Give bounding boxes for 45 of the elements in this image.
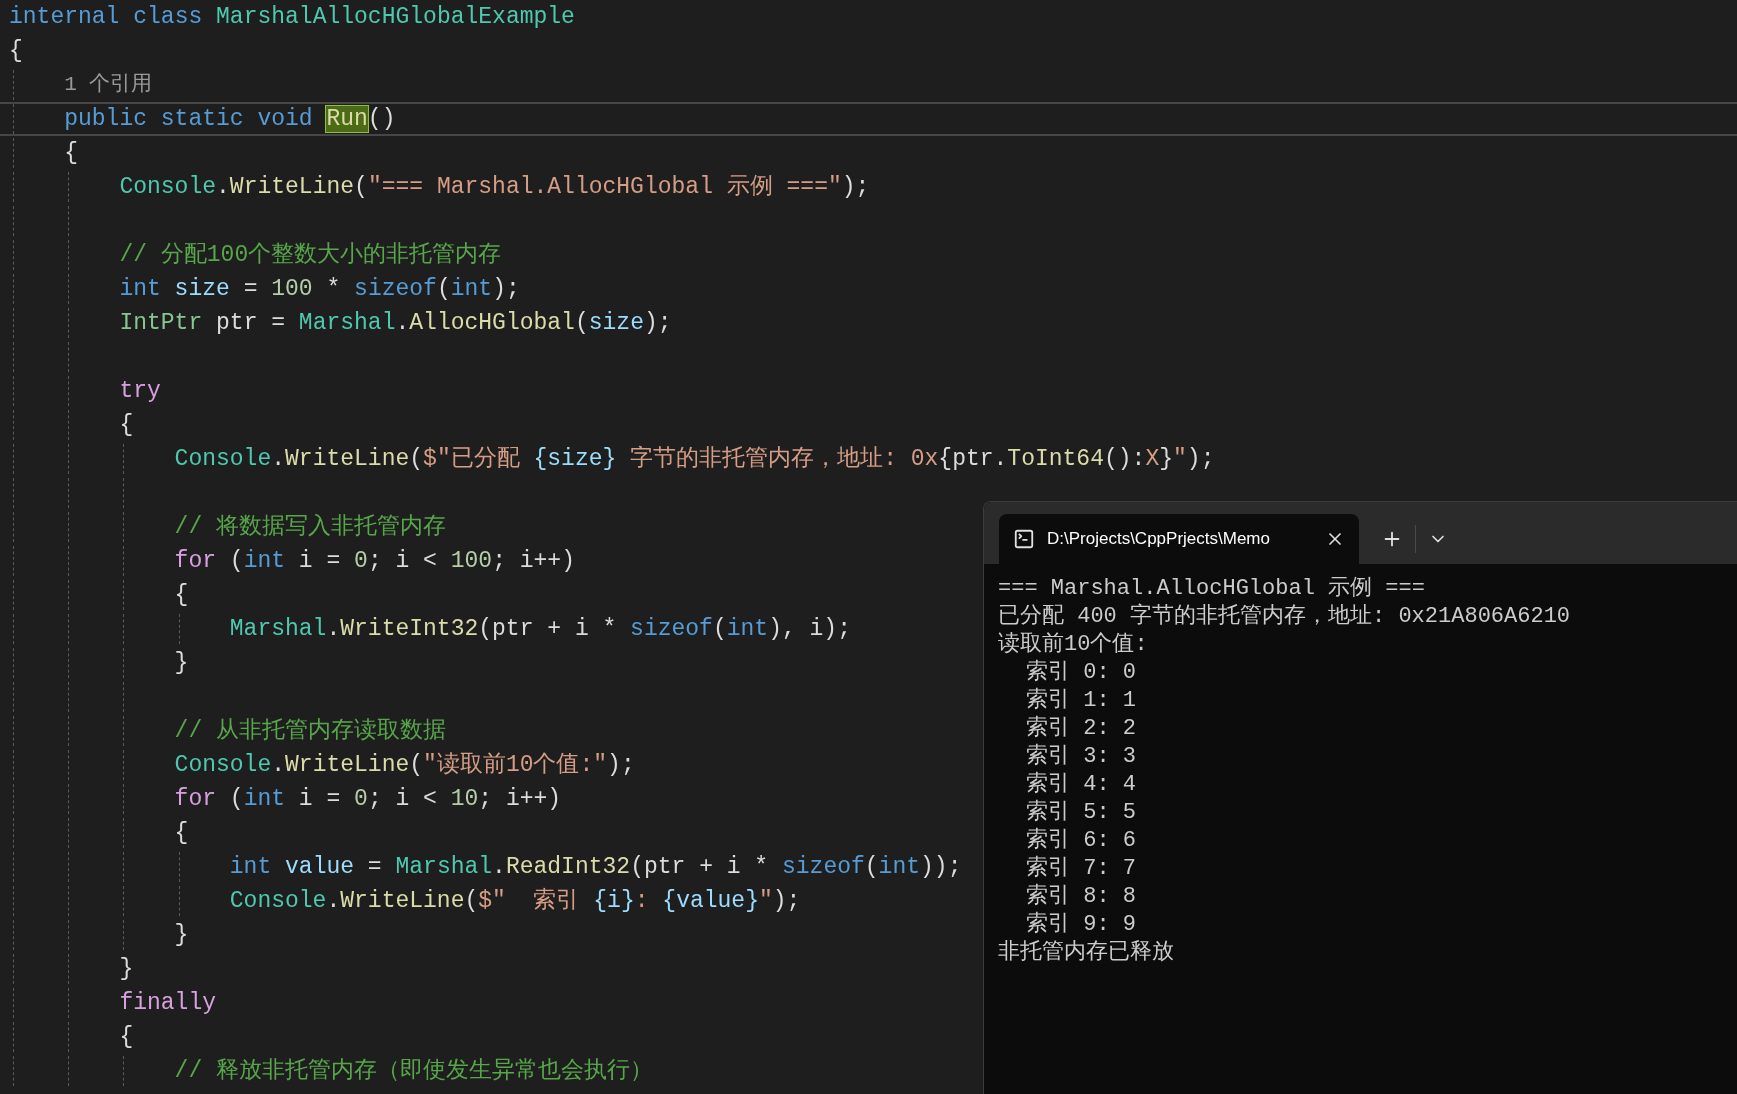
code-line: Console.WriteLine($"已分配 {size} 字节的非托管内存，地址: 0x{ptr.ToInt64():X}"); [174, 444, 1215, 474]
terminal-output-line: 索引 8: 8 [1026, 882, 1136, 911]
code-line: } [174, 648, 189, 678]
terminal-tab[interactable]: D:\Projects\CppPrjects\Memo [999, 514, 1359, 564]
terminal-output-line: === Marshal.AllocHGlobal 示例 === [998, 574, 1425, 603]
code-line: Marshal.WriteInt32(ptr + i * sizeof(int), i); [229, 614, 851, 644]
code-line: for (int i = 0; i < 100; i++) [174, 546, 575, 576]
terminal-output-line: 索引 0: 0 [1026, 658, 1136, 687]
terminal-output-line: 非托管内存已释放 [998, 938, 1174, 967]
code-line: public static void Run() [64, 104, 396, 134]
code-line: // 将数据写入非托管内存 [174, 512, 446, 542]
terminal-output-line: 已分配 400 字节的非托管内存，地址: 0x21A806A6210 [998, 602, 1571, 631]
code-line: Console.WriteLine("=== Marshal.AllocHGlobal 示例 ==="); [119, 172, 870, 202]
terminal-output-line: 索引 7: 7 [1026, 854, 1136, 883]
code-line: // 从非托管内存读取数据 [174, 716, 446, 746]
code-line: // 分配100个整数大小的非托管内存 [119, 240, 502, 270]
code-line: int size = 100 * sizeof(int); [119, 274, 520, 304]
code-line: Console.WriteLine($" 索引 {i}: {value}"); [229, 886, 801, 916]
code-line: { [119, 1022, 134, 1052]
code-line: finally [119, 988, 216, 1018]
code-line: } [119, 954, 134, 984]
tab-title: D:\Projects\CppPrjects\Memo [1047, 528, 1270, 551]
terminal-output-line: 索引 1: 1 [1026, 686, 1136, 715]
code-line: for (int i = 0; i < 10; i++) [174, 784, 562, 814]
terminal-output-line: 索引 5: 5 [1026, 798, 1136, 827]
code-line: { [174, 818, 189, 848]
code-line: try [119, 376, 161, 406]
code-line: int value = Marshal.ReadInt32(ptr + i * sizeof(int)); [229, 852, 962, 882]
terminal-output-line: 索引 9: 9 [1026, 910, 1136, 939]
code-line: // 释放非托管内存（即使发生异常也会执行） [174, 1056, 653, 1086]
terminal-output-line: 索引 2: 2 [1026, 714, 1136, 743]
terminal-output-line: 索引 3: 3 [1026, 742, 1136, 771]
terminal-output-line: 读取前10个值: [998, 630, 1148, 659]
reference-count[interactable]: 1 个引用 [64, 69, 153, 101]
code-line: { [174, 580, 189, 610]
code-line: internal class MarshalAllocHGlobalExample [9, 2, 575, 32]
code-line: { [64, 138, 78, 168]
code-line: { [119, 410, 134, 440]
terminal-output-line: 索引 6: 6 [1026, 826, 1136, 855]
code-line: Console.WriteLine("读取前10个值:"); [174, 750, 635, 780]
code-line: } [174, 920, 189, 950]
terminal-output-line: 索引 4: 4 [1026, 770, 1136, 799]
terminal-icon [1013, 528, 1035, 550]
code-line: { [9, 36, 23, 66]
code-line: IntPtr ptr = Marshal.AllocHGlobal(size); [119, 308, 672, 338]
